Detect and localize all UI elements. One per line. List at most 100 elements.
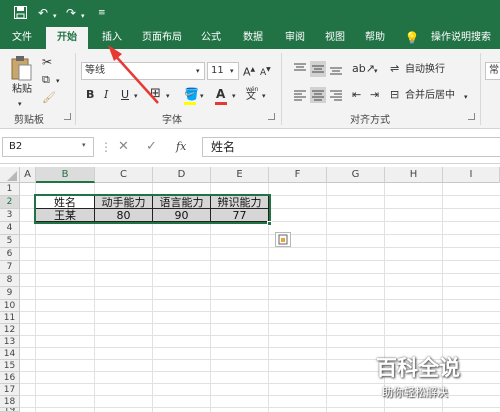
font-color-dropdown-icon[interactable]: ▾	[232, 89, 236, 103]
undo-dropdown-icon[interactable]: ▾	[53, 9, 57, 23]
align-middle-icon[interactable]	[310, 61, 326, 77]
name-box-dropdown-icon[interactable]: ▾	[82, 141, 86, 149]
row-header-7[interactable]: 7	[0, 261, 20, 274]
orientation-dropdown-icon[interactable]: ▾	[374, 64, 378, 78]
column-header-a[interactable]: A	[20, 167, 36, 183]
row-header-14[interactable]: 14	[0, 348, 20, 360]
phonetic-dropdown-icon[interactable]: ▾	[262, 89, 266, 103]
font-name-combobox[interactable]: 等线	[81, 62, 205, 80]
quick-analysis-icon[interactable]	[275, 232, 291, 247]
tab-view[interactable]: 视图	[318, 27, 352, 49]
underline-button[interactable]: U	[121, 88, 129, 102]
align-right-icon[interactable]	[328, 87, 344, 103]
decrease-indent-icon[interactable]: ⇤	[352, 88, 361, 102]
number-format-combobox[interactable]: 常	[485, 62, 500, 80]
italic-button[interactable]: I	[104, 88, 108, 102]
clipboard-launcher-icon[interactable]	[64, 113, 71, 120]
align-bottom-icon[interactable]	[328, 61, 344, 77]
phonetic-guide-button[interactable]: wén 文	[246, 86, 258, 102]
tab-formulas[interactable]: 公式	[194, 27, 228, 49]
borders-dropdown-icon[interactable]: ▾	[166, 89, 170, 103]
formula-input[interactable]: 姓名	[202, 137, 500, 157]
cell-d2[interactable]: 语言能力	[153, 196, 210, 209]
redo-icon[interactable]: ↷	[66, 6, 76, 20]
row-header-11[interactable]: 11	[0, 312, 20, 324]
undo-icon[interactable]: ↶	[38, 6, 48, 20]
decrease-font-icon[interactable]: A▼	[260, 63, 271, 80]
merge-center-button[interactable]: 合并后居中	[405, 89, 455, 103]
row-header-17[interactable]: 17	[0, 384, 20, 396]
row-header-9[interactable]: 9	[0, 287, 20, 300]
tab-help[interactable]: 帮助	[358, 27, 392, 49]
tab-tell-me[interactable]: 操作说明搜索	[424, 27, 498, 49]
column-header-e[interactable]: E	[211, 167, 269, 183]
align-top-icon[interactable]	[292, 61, 308, 77]
cell-e3[interactable]: 77	[211, 209, 268, 222]
column-header-i[interactable]: I	[443, 167, 500, 183]
row-header-15[interactable]: 15	[0, 360, 20, 372]
tab-data[interactable]: 数据	[236, 27, 270, 49]
save-icon[interactable]	[14, 6, 27, 22]
copy-icon[interactable]: ⧉	[42, 73, 50, 87]
cell-b2[interactable]: 姓名	[36, 196, 94, 209]
paste-dropdown-icon[interactable]: ▾	[18, 97, 22, 111]
merge-center-icon[interactable]: ⊟	[390, 88, 399, 102]
font-launcher-icon[interactable]	[268, 113, 275, 120]
orientation-icon[interactable]: ab↗	[352, 62, 375, 76]
row-header-16[interactable]: 16	[0, 372, 20, 384]
row-header-1[interactable]: 1	[0, 183, 20, 196]
row-header-18[interactable]: 18	[0, 396, 20, 408]
copy-dropdown-icon[interactable]: ▾	[56, 74, 60, 88]
wrap-text-icon[interactable]: ⇌	[390, 62, 399, 76]
row-header-10[interactable]: 10	[0, 300, 20, 312]
font-size-combobox[interactable]: 11	[207, 62, 239, 80]
row-header-19[interactable]: 19	[0, 408, 20, 412]
name-box[interactable]: B2	[2, 137, 94, 157]
alignment-launcher-icon[interactable]	[468, 113, 475, 120]
borders-icon[interactable]: ⊞	[150, 87, 161, 101]
wrap-text-button[interactable]: 自动换行	[405, 63, 445, 77]
column-header-b[interactable]: B	[36, 167, 95, 183]
cell-e2[interactable]: 辨识能力	[211, 196, 268, 209]
customize-toolbar-icon[interactable]: ≡	[98, 6, 106, 20]
paste-icon[interactable]	[10, 55, 32, 81]
row-header-5[interactable]: 5	[0, 235, 20, 248]
row-header-2[interactable]: 2	[0, 196, 20, 209]
column-header-h[interactable]: H	[385, 167, 443, 183]
column-header-g[interactable]: G	[327, 167, 385, 183]
tab-file[interactable]: 文件	[5, 27, 39, 49]
cell-b3[interactable]: 王某	[36, 209, 94, 222]
row-header-12[interactable]: 12	[0, 324, 20, 336]
font-name-dropdown-icon[interactable]: ▾	[196, 64, 200, 78]
lightbulb-icon[interactable]: 💡	[404, 27, 420, 49]
font-size-dropdown-icon[interactable]: ▾	[230, 64, 234, 78]
format-painter-icon[interactable]: 🖌	[42, 91, 56, 105]
redo-dropdown-icon[interactable]: ▾	[81, 9, 85, 23]
increase-font-icon[interactable]: A▲	[243, 63, 255, 80]
tab-page-layout[interactable]: 页面布局	[136, 27, 188, 49]
cell-d3[interactable]: 90	[153, 209, 210, 222]
row-header-8[interactable]: 8	[0, 274, 20, 287]
row-header-3[interactable]: 3	[0, 209, 20, 222]
row-header-6[interactable]: 6	[0, 248, 20, 261]
bold-button[interactable]: B	[86, 88, 94, 102]
tab-insert[interactable]: 插入	[94, 27, 130, 49]
cut-icon[interactable]: ✂	[42, 55, 52, 69]
merge-dropdown-icon[interactable]: ▾	[464, 90, 468, 104]
cell-c3[interactable]: 80	[95, 209, 152, 222]
column-header-f[interactable]: F	[269, 167, 327, 183]
underline-dropdown-icon[interactable]: ▾	[134, 89, 138, 103]
increase-indent-icon[interactable]: ⇥	[370, 88, 379, 102]
cancel-entry-icon[interactable]: ✕	[118, 139, 129, 154]
fill-color-icon[interactable]: 🪣	[184, 87, 199, 101]
insert-function-button[interactable]: fx	[176, 140, 186, 153]
align-center-icon[interactable]	[310, 87, 326, 103]
font-color-icon[interactable]: A	[216, 87, 225, 101]
column-header-d[interactable]: D	[153, 167, 211, 183]
paste-button[interactable]: 粘贴	[12, 83, 32, 97]
fill-color-dropdown-icon[interactable]: ▾	[200, 89, 204, 103]
select-all-corner[interactable]	[0, 167, 20, 183]
row-header-4[interactable]: 4	[0, 222, 20, 235]
column-header-c[interactable]: C	[95, 167, 153, 183]
row-header-13[interactable]: 13	[0, 336, 20, 348]
